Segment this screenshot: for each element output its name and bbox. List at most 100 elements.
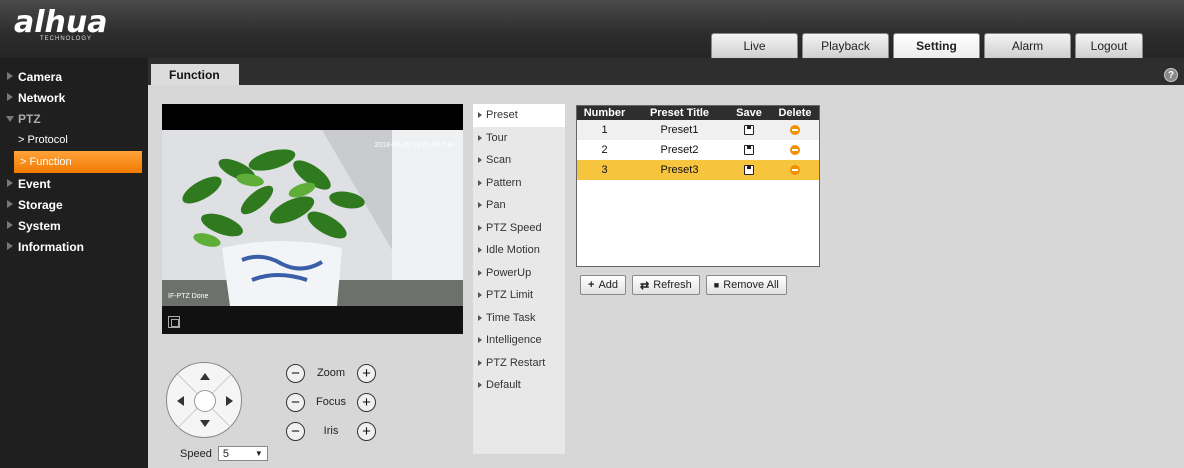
- menu-item-preset[interactable]: Preset: [473, 104, 565, 127]
- iris-control: − Iris +: [286, 420, 376, 442]
- sidebar: Camera Network PTZ > Protocol > Function…: [0, 58, 148, 468]
- preset-actions: + Add ⇄ Refresh ■ Remove All: [580, 275, 787, 295]
- pan-left-arrow-icon[interactable]: [177, 396, 184, 406]
- menu-item-pan[interactable]: Pan: [473, 194, 565, 217]
- menu-item-label: Idle Motion: [486, 244, 540, 257]
- trash-icon: ■: [713, 280, 720, 290]
- pan-right-arrow-icon[interactable]: [226, 396, 233, 406]
- iris-label: Iris: [323, 425, 339, 437]
- save-icon[interactable]: [744, 145, 754, 155]
- focus-minus-button[interactable]: −: [286, 392, 305, 412]
- video-toolbar: [162, 306, 463, 334]
- sidebar-item-ptz[interactable]: PTZ: [0, 108, 148, 129]
- menu-item-label: Intelligence: [486, 334, 542, 347]
- sidebar-item-label: Information: [18, 239, 84, 254]
- menu-item-ptz-speed[interactable]: PTZ Speed: [473, 217, 565, 240]
- zoom-out-button[interactable]: −: [286, 363, 305, 383]
- sidebar-item-protocol[interactable]: > Protocol: [0, 129, 148, 151]
- sidebar-item-system[interactable]: System: [0, 215, 148, 236]
- header-save: Save: [736, 107, 762, 119]
- menu-item-time-task[interactable]: Time Task: [473, 307, 565, 330]
- tab-live[interactable]: Live: [711, 33, 798, 58]
- sidebar-item-function[interactable]: > Function: [14, 151, 142, 173]
- speed-control: Speed 5 ▼: [180, 446, 268, 461]
- menu-item-label: PTZ Restart: [486, 356, 546, 369]
- preset-title[interactable]: Preset1: [632, 124, 727, 136]
- refresh-icon: ⇄: [640, 279, 650, 292]
- camera-image: 2018-06-26 09:25:09 Tue IF-PTZ Done: [162, 130, 463, 306]
- menu-item-label: Scan: [486, 154, 512, 167]
- sidebar-item-label: Storage: [18, 197, 63, 212]
- remove-all-button[interactable]: ■ Remove All: [705, 275, 787, 295]
- bullet-arrow-icon: [478, 269, 482, 276]
- bullet-arrow-icon: [478, 359, 482, 366]
- preset-number: 2: [601, 144, 608, 156]
- tab-function[interactable]: Function: [151, 64, 239, 85]
- chevron-down-icon: ▼: [254, 449, 263, 458]
- bullet-arrow-icon: [478, 112, 482, 119]
- header-number: Number: [583, 107, 626, 119]
- zoom-in-button[interactable]: +: [357, 363, 376, 383]
- tab-setting[interactable]: Setting: [893, 33, 980, 58]
- table-row[interactable]: 3 Preset3: [577, 160, 819, 180]
- sidebar-item-network[interactable]: Network: [0, 87, 148, 108]
- menu-item-ptz-restart[interactable]: PTZ Restart: [473, 352, 565, 375]
- collapsed-arrow-icon: [7, 179, 13, 187]
- pan-down-arrow-icon[interactable]: [200, 420, 210, 427]
- function-menu: Preset Tour Scan Pattern Pan PTZ Speed I…: [473, 104, 565, 454]
- focus-control: − Focus +: [286, 391, 376, 413]
- refresh-label: Refresh: [653, 279, 692, 291]
- sidebar-item-information[interactable]: Information: [0, 236, 148, 257]
- help-icon[interactable]: ?: [1164, 68, 1178, 82]
- bullet-arrow-icon: [478, 224, 482, 231]
- iris-minus-button[interactable]: −: [286, 421, 305, 441]
- tab-logout[interactable]: Logout: [1075, 33, 1143, 58]
- sidebar-item-camera[interactable]: Camera: [0, 66, 148, 87]
- delete-icon[interactable]: [790, 145, 800, 155]
- save-icon[interactable]: [744, 165, 754, 175]
- menu-item-scan[interactable]: Scan: [473, 149, 565, 172]
- iris-plus-button[interactable]: +: [357, 421, 376, 441]
- speed-select[interactable]: 5 ▼: [217, 446, 268, 461]
- osd-ptz-status: IF-PTZ Done: [168, 293, 209, 300]
- save-icon[interactable]: [744, 125, 754, 135]
- focus-label: Focus: [316, 396, 346, 408]
- main-panel: 2018-06-26 09:25:09 Tue IF-PTZ Done − Zo…: [148, 85, 1184, 468]
- bullet-arrow-icon: [478, 202, 482, 209]
- main-nav: Live Playback Setting Alarm Logout: [711, 33, 1143, 58]
- tab-playback[interactable]: Playback: [802, 33, 889, 58]
- sidebar-item-storage[interactable]: Storage: [0, 194, 148, 215]
- menu-item-powerup[interactable]: PowerUp: [473, 262, 565, 285]
- menu-item-label: Tour: [486, 131, 508, 144]
- sidebar-item-label: System: [18, 218, 61, 233]
- pan-up-arrow-icon[interactable]: [200, 373, 210, 380]
- delete-icon[interactable]: [790, 125, 800, 135]
- delete-icon[interactable]: [790, 165, 800, 175]
- sidebar-item-event[interactable]: Event: [0, 173, 148, 194]
- pad-center: [194, 390, 216, 412]
- menu-item-idle-motion[interactable]: Idle Motion: [473, 239, 565, 262]
- table-row[interactable]: 2 Preset2: [577, 140, 819, 160]
- fullscreen-icon[interactable]: [168, 316, 180, 328]
- table-row[interactable]: 1 Preset1: [577, 120, 819, 140]
- menu-item-ptz-limit[interactable]: PTZ Limit: [473, 284, 565, 307]
- menu-item-default[interactable]: Default: [473, 374, 565, 397]
- expanded-arrow-icon: [6, 116, 14, 122]
- menu-item-intelligence[interactable]: Intelligence: [473, 329, 565, 352]
- menu-item-pattern[interactable]: Pattern: [473, 172, 565, 195]
- sidebar-item-label: Event: [18, 176, 51, 191]
- menu-item-label: Time Task: [486, 311, 536, 324]
- osd-timestamp: 2018-06-26 09:25:09 Tue: [374, 142, 453, 149]
- menu-item-tour[interactable]: Tour: [473, 127, 565, 150]
- preset-table: Number Preset Title Save Delete 1 Preset…: [576, 105, 820, 267]
- preset-title[interactable]: Preset3: [632, 164, 727, 176]
- content-tab-bar: Function ?: [148, 58, 1184, 85]
- add-button[interactable]: + Add: [580, 275, 627, 295]
- bullet-arrow-icon: [478, 314, 482, 321]
- focus-plus-button[interactable]: +: [357, 392, 376, 412]
- refresh-button[interactable]: ⇄ Refresh: [632, 275, 700, 295]
- preset-title[interactable]: Preset2: [632, 144, 727, 156]
- tab-alarm[interactable]: Alarm: [984, 33, 1071, 58]
- bullet-arrow-icon: [478, 382, 482, 389]
- bullet-arrow-icon: [478, 337, 482, 344]
